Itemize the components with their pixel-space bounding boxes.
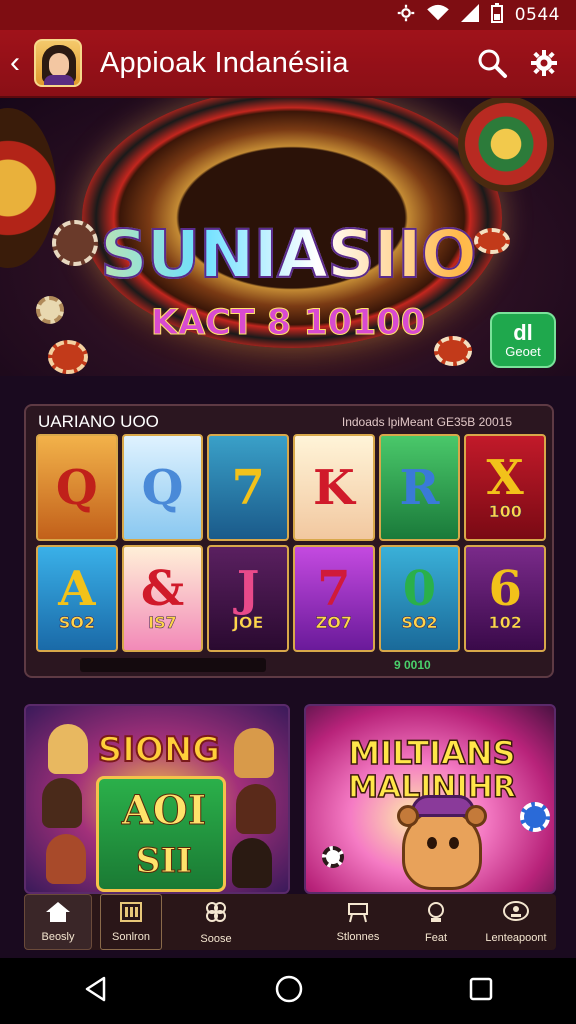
- reel-symbol: Q: [55, 459, 98, 516]
- reel-caption: SO2: [58, 613, 95, 633]
- wifi-icon: [426, 4, 449, 27]
- tab-label: Soose: [200, 933, 232, 945]
- battery-icon: [490, 2, 503, 28]
- reel-caption: ZO7: [315, 613, 352, 633]
- character-image: [46, 834, 86, 884]
- signal-icon: [460, 3, 479, 27]
- trophy-icon: [424, 900, 448, 928]
- tab-label: Stlonnes: [336, 931, 380, 943]
- reel-symbol: J: [236, 561, 260, 617]
- casino-chip-image: [48, 340, 88, 374]
- reel-symbol: &: [140, 561, 185, 617]
- home-circle-icon[interactable]: [274, 974, 304, 1009]
- game-card-miltians[interactable]: MILTIANS MALINIHR: [304, 704, 556, 894]
- tab-label: Lenteapoont: [485, 932, 547, 944]
- home-icon: [45, 901, 71, 927]
- reel-caption: SO2: [401, 613, 438, 633]
- hero-title: SUNIASIIO: [0, 215, 576, 294]
- reel-cell: K: [292, 434, 375, 541]
- system-nav-bar: [0, 958, 576, 1024]
- reel-caption: 102: [488, 613, 522, 633]
- tab-label: Feat: [424, 932, 447, 944]
- get-button-top: dl: [513, 319, 533, 345]
- tab-label: Sonlron: [112, 931, 150, 943]
- reel-cell: & IS7: [121, 545, 204, 652]
- table-icon: [345, 901, 371, 927]
- reel-symbol: 6: [488, 561, 522, 617]
- back-icon[interactable]: [82, 975, 110, 1008]
- slot-progress-bar: [80, 658, 266, 672]
- get-button[interactable]: dl Geoet: [490, 312, 556, 368]
- card-title: SIONG: [97, 729, 221, 771]
- reel-symbol: Q: [141, 459, 184, 516]
- mascot-image: [397, 795, 487, 890]
- reel-caption: JOE: [232, 613, 264, 633]
- get-button-label: Geoet: [505, 343, 541, 359]
- tab-beosly[interactable]: Beosly: [24, 894, 92, 950]
- reel-cell: 6 102: [464, 545, 546, 652]
- slot-machine-icon: [119, 901, 143, 927]
- recents-icon[interactable]: [468, 976, 494, 1007]
- dealer-icon: [502, 900, 530, 928]
- app-bar: ‹ Appioak Indanésiia: [0, 30, 576, 98]
- character-image: [236, 784, 276, 834]
- reel-cell: Q: [36, 434, 118, 541]
- clock: 0544: [514, 5, 560, 25]
- tab-feat[interactable]: Feat: [396, 894, 476, 950]
- reel-symbol: 7: [231, 459, 265, 516]
- tab-soose[interactable]: Soose: [162, 894, 270, 950]
- character-image: [232, 838, 272, 888]
- reel-symbol: K: [312, 459, 355, 516]
- hero-banner[interactable]: SUNIASIIO KACT 8 10100 dl Geoet: [0, 98, 576, 376]
- reel-cell: 0 SO2: [378, 545, 461, 652]
- bottom-tab-bar: Beosly Sonlron Soose Stlonnes Feat Lente…: [24, 894, 556, 950]
- slot-machine-panel[interactable]: UARIANO UOO Indoads lpiMeant GE35B 20015…: [24, 404, 554, 678]
- reel-symbol: 7: [317, 561, 351, 617]
- settings-icon: [397, 4, 415, 27]
- card-board-top: AOI: [121, 787, 207, 835]
- clover-icon: [203, 899, 229, 929]
- reel-cell: A SO2: [36, 545, 118, 652]
- avatar[interactable]: [34, 39, 82, 87]
- card-board-bottom: SII: [135, 841, 193, 882]
- status-bar: 0544: [0, 0, 576, 30]
- casino-chip-image: [322, 846, 344, 868]
- reel-symbol: 0: [402, 561, 437, 617]
- reel-symbol: R: [399, 459, 440, 516]
- reel-symbol: A: [58, 561, 96, 617]
- reel-symbol: X: [486, 450, 524, 506]
- slot-reels[interactable]: Q Q 7 K R X 100 A SO2 & IS7 J JOE 7 ZO7 0 SO2 6 102: [36, 434, 546, 652]
- gear-icon[interactable]: [522, 41, 566, 85]
- tab-stlonnes[interactable]: Stlonnes: [320, 894, 396, 950]
- tab-lenteapoont[interactable]: Lenteapoont: [476, 894, 556, 950]
- tab-label: Beosly: [41, 931, 75, 943]
- tab-sonlron[interactable]: Sonlron: [100, 894, 162, 950]
- reel-caption: IS7: [148, 613, 177, 633]
- roulette-wheel-image: [458, 98, 554, 192]
- reel-caption: 100: [488, 502, 522, 522]
- card-board: AOI SII: [96, 776, 226, 892]
- app-title: Appioak Indanésiia: [100, 46, 349, 79]
- character-image: [42, 778, 82, 828]
- chevron-left-icon[interactable]: ‹: [10, 48, 30, 78]
- reel-cell: R: [378, 434, 461, 541]
- slot-score: 9 0010: [394, 658, 431, 672]
- slot-info: Indoads lpiMeant GE35B 20015: [341, 415, 512, 429]
- reel-cell: 7: [207, 434, 289, 541]
- slot-heading: UARIANO UOO: [38, 412, 159, 431]
- reel-cell: Q: [121, 434, 204, 541]
- game-card-siong[interactable]: SIONG AOI SII: [24, 704, 290, 894]
- reel-cell: 7 ZO7: [292, 545, 375, 652]
- casino-chip-image: [520, 802, 550, 832]
- reel-cell: X 100: [464, 434, 546, 541]
- search-icon[interactable]: [470, 41, 514, 85]
- reel-cell: J JOE: [207, 545, 289, 652]
- card-title-line1: MILTIANS: [348, 733, 517, 773]
